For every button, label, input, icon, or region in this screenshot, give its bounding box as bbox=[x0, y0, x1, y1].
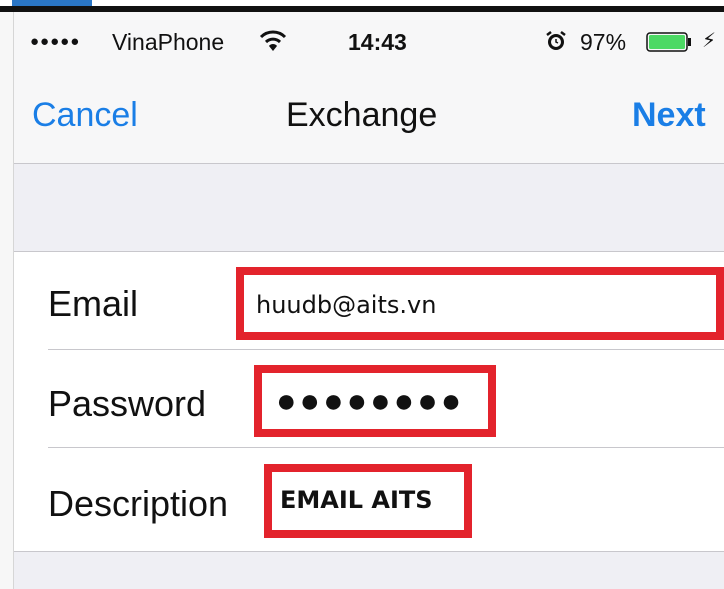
email-label: Email bbox=[48, 283, 139, 324]
description-row: Description EMAIL AITS bbox=[14, 448, 724, 552]
left-edge bbox=[0, 0, 14, 589]
next-button[interactable]: Next bbox=[632, 94, 706, 136]
phone-screen: ●●●●● VinaPhone 14:43 97% ⚡ Cancel Excha… bbox=[14, 12, 724, 589]
email-value: huudb@aits.vn bbox=[256, 291, 437, 319]
status-bar: ●●●●● VinaPhone 14:43 97% ⚡ bbox=[14, 12, 724, 72]
navigation-bar: Cancel Exchange Next bbox=[14, 72, 724, 164]
screenshot-frame: ●●●●● VinaPhone 14:43 97% ⚡ Cancel Excha… bbox=[0, 0, 724, 589]
battery-percent: 97% bbox=[580, 29, 627, 55]
alarm-icon bbox=[546, 31, 566, 50]
description-label: Description bbox=[48, 483, 229, 524]
page-title: Exchange bbox=[286, 96, 438, 134]
password-label: Password bbox=[48, 383, 207, 424]
account-form: Email huudb@aits.vn Password ●●●●●●●● De… bbox=[14, 252, 724, 552]
section-spacer-bottom bbox=[14, 552, 724, 589]
charging-icon: ⚡ bbox=[702, 30, 717, 52]
email-row: Email huudb@aits.vn bbox=[14, 252, 724, 350]
status-time: 14:43 bbox=[348, 29, 407, 55]
wifi-icon bbox=[259, 30, 287, 51]
carrier-name: VinaPhone bbox=[112, 29, 225, 55]
password-field[interactable]: ●●●●●●●● bbox=[254, 365, 496, 437]
signal-strength: ●●●●● bbox=[30, 33, 81, 50]
password-value: ●●●●●●●● bbox=[276, 382, 465, 420]
top-blue-fragment bbox=[12, 0, 92, 6]
description-field[interactable]: EMAIL AITS bbox=[264, 464, 472, 538]
cancel-button[interactable]: Cancel bbox=[32, 94, 138, 136]
password-row: Password ●●●●●●●● bbox=[14, 350, 724, 448]
description-value: EMAIL AITS bbox=[280, 486, 433, 514]
battery-icon bbox=[646, 32, 691, 52]
top-strip bbox=[0, 0, 724, 12]
email-field[interactable]: huudb@aits.vn bbox=[236, 267, 724, 340]
section-spacer-top bbox=[14, 164, 724, 252]
